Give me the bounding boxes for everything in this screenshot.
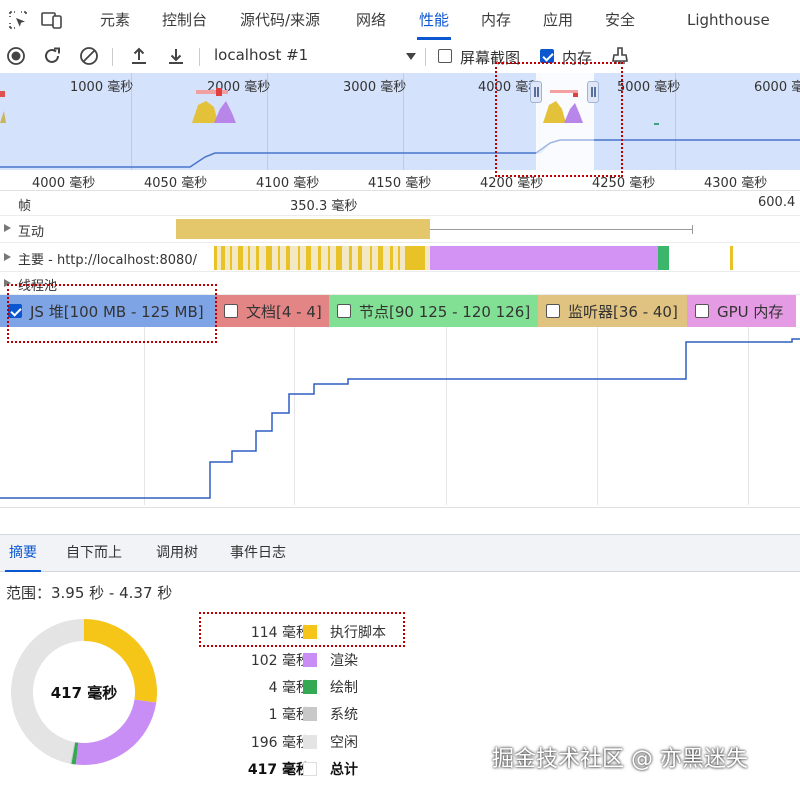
- upload-icon[interactable]: [127, 44, 151, 68]
- counter-listeners[interactable]: 监听器[36 - 40]: [538, 295, 687, 327]
- ruler-tick-label: 4150 毫秒: [368, 176, 432, 191]
- interaction-event[interactable]: [176, 219, 430, 239]
- timeline-overview[interactable]: 1000 毫秒 2000 毫秒 3000 毫秒 4000 毫秒 5000 毫秒 …: [0, 73, 800, 170]
- toolbar-divider: [425, 48, 426, 66]
- record-icon[interactable]: [4, 44, 28, 68]
- summary-time: 102 毫秒: [250, 653, 310, 669]
- overview-activity-graph: [0, 88, 800, 168]
- interaction-whisker-end: [692, 225, 693, 234]
- summary-row-system: 1 毫秒 系统: [200, 704, 420, 726]
- summary-donut-chart: 417 毫秒: [10, 618, 158, 766]
- counter-gpu-memory[interactable]: GPU 内存: [687, 295, 796, 327]
- tab-performance[interactable]: 性能: [416, 0, 452, 40]
- annotation-box-scripting: [199, 612, 405, 647]
- download-icon[interactable]: [164, 44, 188, 68]
- summary-swatch: [303, 735, 317, 749]
- annotation-box-js-heap: [7, 284, 217, 343]
- summary-swatch: [303, 707, 317, 721]
- ruler-tick-label: 4300 毫秒: [704, 176, 768, 191]
- tab-lighthouse[interactable]: Lighthouse: [687, 0, 770, 40]
- summary-range: 范围：3.95 秒 - 4.37 秒: [6, 584, 173, 602]
- summary-row-rendering: 102 毫秒 渲染: [200, 650, 420, 672]
- ruler-tick-label: 4000 毫秒: [32, 176, 96, 191]
- counter-listeners-checkbox[interactable]: [546, 304, 560, 318]
- frames-track-label: 帧: [18, 199, 32, 214]
- tab-event-log[interactable]: 事件日志: [230, 535, 286, 571]
- summary-time: 417 毫秒: [247, 762, 310, 778]
- timeline-ruler: 4000 毫秒 4050 毫秒 4100 毫秒 4150 毫秒 4200 毫秒 …: [0, 170, 800, 191]
- screenshots-checkbox[interactable]: [438, 49, 452, 63]
- donut-total-label: 417 毫秒: [50, 684, 118, 702]
- summary-category: 系统: [330, 707, 358, 723]
- details-tab-bar: 摘要 自下而上 调用树 事件日志: [0, 534, 800, 572]
- tab-elements[interactable]: 元素: [100, 0, 130, 40]
- frame-duration: 350.3 毫秒: [290, 199, 358, 214]
- tab-call-tree[interactable]: 调用树: [156, 535, 198, 571]
- interactions-track[interactable]: 互动: [0, 216, 800, 243]
- counter-listeners-label: 监听器[36 - 40]: [568, 302, 678, 321]
- expand-arrow-icon[interactable]: [4, 224, 11, 232]
- tab-memory[interactable]: 内存: [481, 0, 511, 40]
- tab-application[interactable]: 应用: [543, 0, 573, 40]
- ruler-tick-label: 4100 毫秒: [256, 176, 320, 191]
- tab-console[interactable]: 控制台: [162, 0, 207, 40]
- interactions-track-label: 互动: [18, 225, 45, 240]
- clear-icon[interactable]: [77, 44, 101, 68]
- target-select-value: localhost #1: [214, 46, 309, 64]
- devtools-tab-bar: 元素 控制台 源代码/来源 网络 性能 内存 应用 安全 Lighthouse: [0, 0, 800, 41]
- interaction-whisker: [430, 229, 693, 230]
- summary-swatch: [303, 762, 317, 776]
- counter-gpu-memory-label: GPU 内存: [717, 302, 784, 321]
- tab-network[interactable]: 网络: [356, 0, 386, 40]
- summary-row-total: 417 毫秒 总计: [200, 759, 420, 781]
- counter-documents-label: 文档[4 - 4]: [246, 302, 322, 321]
- counter-nodes-label: 节点[90 125 - 120 126]: [359, 302, 531, 321]
- watermark: 掘金技术社区 @ 亦黑迷失: [492, 747, 748, 772]
- counter-gpu-memory-checkbox[interactable]: [695, 304, 709, 318]
- tab-security[interactable]: 安全: [605, 0, 635, 40]
- memory-checkbox[interactable]: [540, 49, 554, 63]
- target-select[interactable]: localhost #1: [206, 44, 418, 69]
- tab-summary[interactable]: 摘要: [5, 535, 41, 572]
- counter-graph: [0, 327, 800, 508]
- device-toolbar-icon[interactable]: [40, 8, 64, 32]
- ruler-tick-label: 4050 毫秒: [144, 176, 208, 191]
- toolbar-divider: [112, 48, 113, 66]
- reload-icon[interactable]: [40, 44, 64, 68]
- summary-time: 4 毫秒: [268, 680, 310, 696]
- main-thread-flame: [214, 246, 733, 270]
- summary-row-painting: 4 毫秒 绘制: [200, 677, 420, 699]
- summary-swatch: [303, 680, 317, 694]
- main-thread-track[interactable]: 主要 - http://localhost:8080/: [0, 243, 800, 272]
- toolbar-divider: [199, 48, 200, 66]
- frame-duration: 600.4: [758, 195, 796, 210]
- counter-nodes-checkbox[interactable]: [337, 304, 351, 318]
- annotation-box-selection: [495, 62, 623, 177]
- summary-swatch: [303, 653, 317, 667]
- tab-bottom-up[interactable]: 自下而上: [66, 535, 122, 571]
- chevron-down-icon: [406, 53, 416, 60]
- summary-category: 绘制: [330, 680, 358, 696]
- frames-track[interactable]: 帧 350.3 毫秒 600.4: [0, 191, 800, 216]
- counter-documents-checkbox[interactable]: [224, 304, 238, 318]
- summary-row-idle: 196 毫秒 空闲: [200, 732, 420, 754]
- counter-documents[interactable]: 文档[4 - 4]: [216, 295, 329, 327]
- summary-time: 196 毫秒: [250, 735, 310, 751]
- performance-toolbar: localhost #1 屏幕截图 内存: [0, 40, 800, 74]
- counter-nodes[interactable]: 节点[90 125 - 120 126]: [329, 295, 538, 327]
- js-heap-line: [0, 338, 800, 499]
- summary-category: 空闲: [330, 735, 358, 751]
- donut-slice-1: [75, 699, 157, 765]
- tab-sources[interactable]: 源代码/来源: [240, 0, 320, 40]
- inspect-element-icon[interactable]: [6, 8, 30, 32]
- summary-category: 渲染: [330, 653, 358, 669]
- summary-time: 1 毫秒: [268, 707, 310, 723]
- summary-category: 总计: [330, 762, 358, 778]
